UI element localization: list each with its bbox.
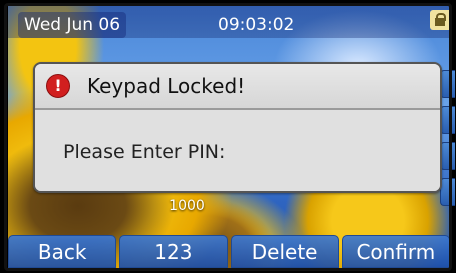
phone-screen: Wed Jun 06 09:03:02 ! Keypad Locked! Ple… xyxy=(0,0,456,273)
screen-bezel xyxy=(4,3,452,271)
